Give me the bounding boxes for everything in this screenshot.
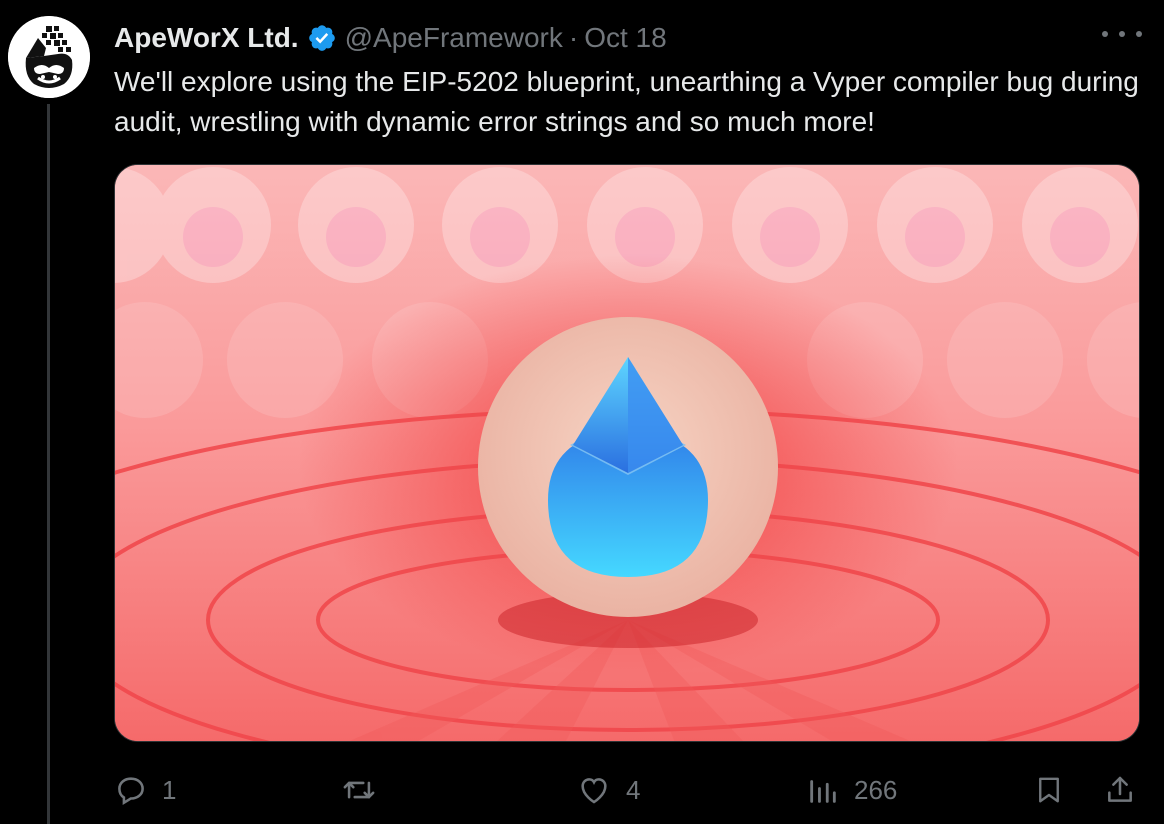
tweet-actions-bar: 1 4 266 <box>114 766 1144 816</box>
reply-icon <box>118 777 144 806</box>
like-button[interactable]: 4 <box>576 766 640 814</box>
tweet-header: ApeWorX Ltd. @ApeFramework · Oct 18 <box>114 18 667 58</box>
separator-dot: · <box>568 22 579 53</box>
share-icon <box>1108 776 1132 802</box>
views-count: 266 <box>854 774 898 805</box>
reply-count: 1 <box>162 774 177 805</box>
more-options-icon[interactable] <box>1102 22 1142 46</box>
tweet-media-image[interactable] <box>114 164 1140 742</box>
retweet-button[interactable] <box>340 766 392 814</box>
reply-button[interactable]: 1 <box>114 766 176 814</box>
bookmark-button[interactable] <box>1034 766 1064 814</box>
author-name[interactable]: ApeWorX Ltd. <box>114 22 299 54</box>
share-button[interactable] <box>1104 766 1136 814</box>
thread-connector-line <box>47 104 50 824</box>
verified-badge-icon[interactable] <box>307 23 337 53</box>
tweet-date[interactable]: Oct 18 <box>584 22 666 54</box>
heart-icon <box>581 778 607 804</box>
gorilla-logo-icon <box>8 16 90 98</box>
retweet-icon <box>343 781 375 799</box>
bookmark-icon <box>1039 777 1059 803</box>
ethereum-droplet-icon <box>115 165 1139 741</box>
tweet-text: We'll explore using the EIP-5202 bluepri… <box>114 66 1139 137</box>
views-button[interactable]: 266 <box>806 766 897 814</box>
analytics-icon <box>810 780 836 803</box>
like-count: 4 <box>626 774 641 805</box>
avatar[interactable] <box>8 16 90 98</box>
author-handle[interactable]: @ApeFramework <box>345 22 563 54</box>
